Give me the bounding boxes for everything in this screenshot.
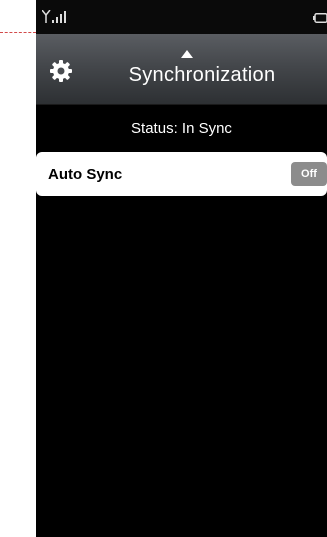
app-header: Synchronization <box>36 34 327 105</box>
phone-screen: Synchronization Status: In Sync Auto Syn… <box>36 0 327 537</box>
battery-icon <box>313 13 327 23</box>
status-bar <box>36 0 327 34</box>
page-title: Synchronization <box>128 64 276 86</box>
gear-icon[interactable] <box>50 60 72 82</box>
sync-status-text: Status: In Sync <box>131 120 232 137</box>
auto-sync-toggle[interactable]: Off <box>291 162 327 186</box>
screen: Synchronization Status: In Sync Auto Syn… <box>0 0 327 537</box>
auto-sync-row[interactable]: Auto Sync Off <box>36 152 327 196</box>
dashed-guide-line <box>0 32 36 33</box>
signal-icon <box>42 10 66 23</box>
caret-up-icon[interactable] <box>181 50 193 58</box>
auto-sync-label: Auto Sync <box>48 166 123 183</box>
